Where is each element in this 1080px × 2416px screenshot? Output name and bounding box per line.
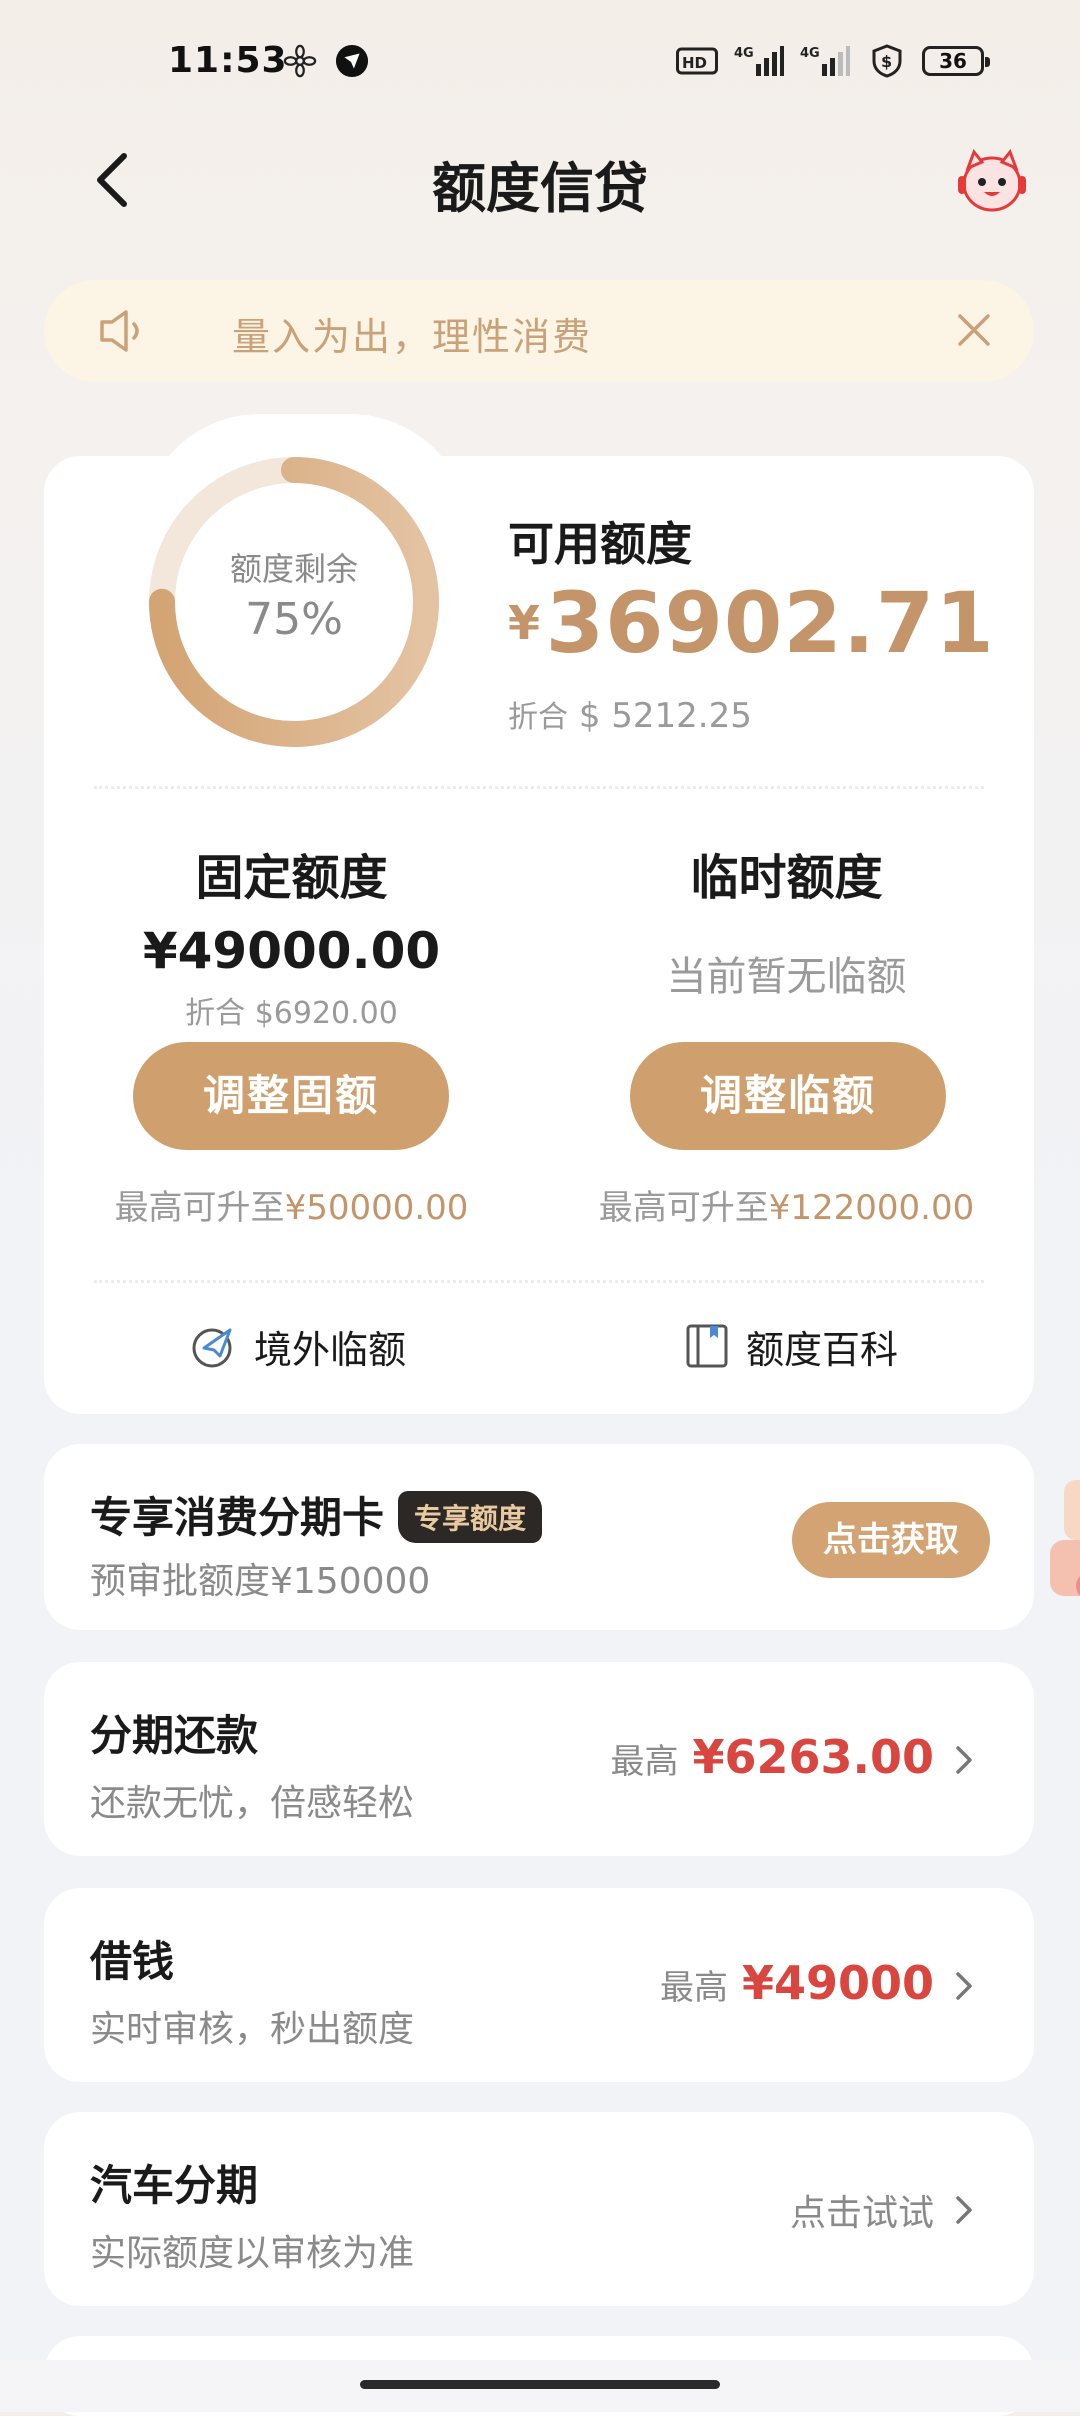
fixed-credit-title: 固定额度 bbox=[195, 850, 388, 906]
battery-indicator: 36 bbox=[922, 46, 990, 76]
svg-text:4G: 4G bbox=[800, 46, 820, 61]
installment-repayment-row[interactable]: 分期还款 还款无忧，倍感轻松 最高 ¥6263.00 bbox=[44, 1662, 1034, 1856]
exclusive-badge: 专享额度 bbox=[398, 1490, 543, 1543]
car-installment-row[interactable]: 汽车分期 实际额度以审核为准 点击试试 bbox=[44, 2112, 1034, 2306]
available-credit-label: 可用额度 bbox=[508, 517, 692, 571]
row-subtitle: 还款无忧，倍感轻松 bbox=[90, 1783, 415, 1824]
gauge-label: 额度剩余 bbox=[229, 550, 358, 588]
remaining-credit-gauge: 额度剩余 75% bbox=[144, 452, 444, 752]
fixed-credit-amount: ¥49000.00 bbox=[142, 922, 441, 980]
available-credit-amount: ¥ 36902.71 bbox=[508, 574, 995, 672]
chevron-right-icon bbox=[956, 2196, 972, 2224]
speaker-icon bbox=[100, 310, 139, 352]
signal-4g-2-icon: 4G bbox=[800, 46, 850, 76]
signal-4g-icon: 4G bbox=[734, 46, 784, 76]
close-icon[interactable] bbox=[954, 310, 994, 350]
gift-decoration-icon bbox=[1050, 1480, 1080, 1596]
home-indicator[interactable] bbox=[360, 2380, 720, 2389]
flower-icon bbox=[283, 44, 317, 78]
converted-amount: 折合 $ 5212.25 bbox=[508, 692, 752, 736]
divider bbox=[94, 1280, 984, 1283]
fixed-credit-section: 固定额度 ¥49000.00 折合 $6920.00 bbox=[44, 838, 539, 1032]
currency-symbol: ¥ bbox=[508, 596, 541, 650]
overseas-credit-link[interactable]: 境外临额 bbox=[190, 1318, 406, 1374]
book-icon bbox=[686, 1324, 728, 1368]
temporary-credit-status: 当前暂无临额 bbox=[666, 954, 907, 1000]
fixed-limit-value: ¥50000.00 bbox=[284, 1188, 469, 1228]
shield-dollar-icon: $ bbox=[872, 44, 902, 78]
overseas-credit-label: 境外临额 bbox=[254, 1327, 407, 1372]
row-title: 分期还款 bbox=[90, 1711, 259, 1760]
status-bar: 11:53 HD 4G 4G $ 36 bbox=[0, 0, 1080, 120]
fixed-limit-text: 最高可升至¥50000.00 bbox=[44, 1180, 539, 1229]
max-amount: ¥6263.00 bbox=[692, 1730, 934, 1784]
installment-card-title: 专享消费分期卡 bbox=[90, 1493, 385, 1542]
app-notification-icon bbox=[335, 44, 369, 78]
svg-text:HD: HD bbox=[682, 54, 707, 72]
temporary-limit-prefix: 最高可升至 bbox=[598, 1188, 769, 1228]
row-subtitle: 实时审核，秒出额度 bbox=[90, 2009, 415, 2050]
installment-card-subtitle: 预审批额度¥150000 bbox=[90, 1561, 431, 1602]
max-amount: ¥49000 bbox=[741, 1956, 934, 2010]
credit-encyclopedia-link[interactable]: 额度百科 bbox=[684, 1318, 898, 1374]
row-title: 借钱 bbox=[90, 1937, 175, 1986]
chevron-right-icon bbox=[956, 1746, 972, 1774]
temporary-credit-section: 临时额度 当前暂无临额 bbox=[539, 838, 1034, 1002]
row-max-amount: 最高 ¥49000 bbox=[660, 1956, 934, 2010]
fixed-credit-converted: 折合 $6920.00 bbox=[185, 996, 398, 1031]
adjust-fixed-credit-button[interactable]: 调整固额 bbox=[133, 1042, 449, 1150]
max-prefix: 最高 bbox=[610, 1742, 679, 1782]
converted-value: $ 5212.25 bbox=[578, 696, 752, 736]
row-max-amount: 最高 ¥6263.00 bbox=[610, 1730, 934, 1784]
installment-card-promo[interactable]: 专享消费分期卡 专享额度 预审批额度¥150000 点击获取 bbox=[44, 1444, 1034, 1630]
installment-card-title-row: 专享消费分期卡 专享额度 bbox=[90, 1484, 543, 1547]
credit-summary-card: 额度剩余 75% 可用额度 ¥ 36902.71 折合 $ 5212.25 固定… bbox=[44, 456, 1034, 1414]
available-amount-value: 36902.71 bbox=[545, 574, 995, 672]
page-title: 额度信贷 bbox=[432, 157, 648, 220]
converted-prefix: 折合 bbox=[508, 700, 568, 735]
plane-globe-icon bbox=[192, 1328, 232, 1368]
credit-encyclopedia-label: 额度百科 bbox=[746, 1327, 899, 1372]
status-time: 11:53 bbox=[168, 40, 288, 81]
notice-text: 量入为出，理性消费 bbox=[232, 315, 593, 359]
customer-service-mascot-icon[interactable] bbox=[954, 146, 1030, 216]
max-prefix: 最高 bbox=[659, 1968, 728, 2008]
hd-icon: HD bbox=[676, 47, 718, 75]
temporary-limit-text: 最高可升至¥122000.00 bbox=[539, 1180, 1034, 1229]
temporary-limit-value: ¥122000.00 bbox=[768, 1188, 975, 1228]
get-card-button[interactable]: 点击获取 bbox=[792, 1502, 990, 1578]
gauge-percent: 75% bbox=[245, 594, 343, 645]
divider bbox=[94, 786, 984, 789]
svg-text:4G: 4G bbox=[734, 46, 754, 61]
row-title: 汽车分期 bbox=[90, 2161, 259, 2210]
notice-banner: 量入为出，理性消费 bbox=[44, 280, 1034, 382]
temporary-credit-title: 临时额度 bbox=[690, 850, 883, 906]
borrow-money-row[interactable]: 借钱 实时审核，秒出额度 最高 ¥49000 bbox=[44, 1888, 1034, 2082]
adjust-temporary-credit-button[interactable]: 调整临额 bbox=[630, 1042, 946, 1150]
svg-text:$: $ bbox=[881, 52, 892, 71]
fixed-limit-prefix: 最高可升至 bbox=[114, 1188, 285, 1228]
chevron-right-icon bbox=[956, 1972, 972, 2000]
try-now-text: 点击试试 bbox=[789, 2193, 934, 2234]
row-subtitle: 实际额度以审核为准 bbox=[90, 2233, 415, 2274]
row-action: 点击试试 bbox=[790, 2184, 934, 2236]
